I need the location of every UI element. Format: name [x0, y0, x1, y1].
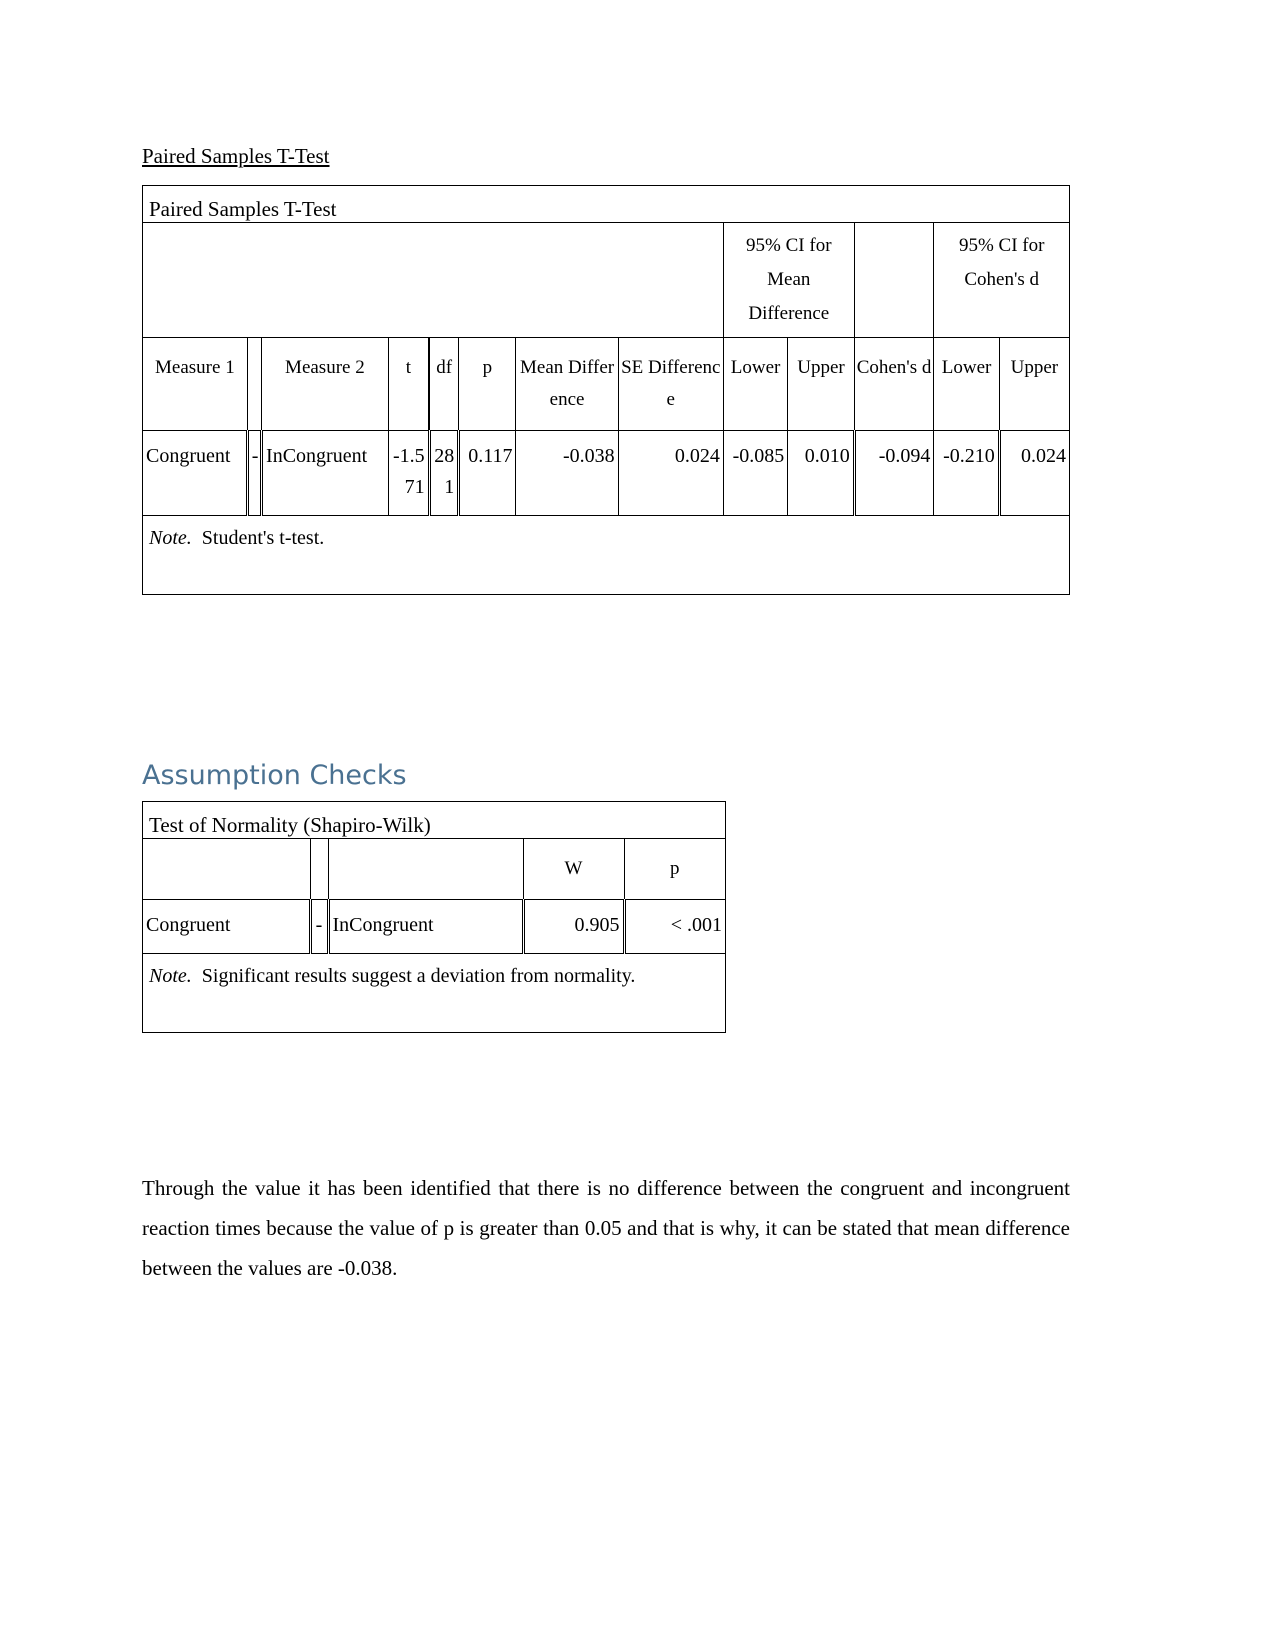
cell-separator: -	[245, 430, 262, 516]
col-measure-1	[143, 838, 310, 900]
paired-samples-ttest-table: Paired Samples T-Test 95% CI for Mean Di…	[142, 185, 1070, 595]
cell-ci-md-upper: 0.010	[787, 430, 855, 516]
table-title: Paired Samples T-Test	[143, 186, 1069, 223]
col-ci-cd-upper: Upper	[998, 337, 1069, 431]
col-ci-md-upper: Upper	[787, 337, 855, 431]
table-note: Note. Student's t-test.	[143, 516, 1069, 595]
note-text: Student's t-test.	[201, 527, 325, 549]
note-label: Note.	[149, 965, 192, 987]
cell-cohens-d: -0.094	[852, 430, 934, 516]
col-w: W	[522, 838, 624, 900]
cell-separator: -	[308, 899, 328, 954]
col-t: t	[387, 337, 430, 431]
cell-ci-cd-upper: 0.024	[997, 430, 1069, 516]
spanner-ci-cohens-d: 95% CI for Cohen's d	[933, 222, 1069, 338]
cell-p: < .001	[622, 899, 726, 954]
cell-p: 0.117	[457, 430, 516, 516]
col-p: p	[458, 337, 516, 431]
table-note: Note. Significant results suggest a devi…	[143, 954, 725, 1033]
spanner-empty	[143, 222, 724, 338]
table-note-row: Note. Significant results suggest a devi…	[143, 954, 725, 1033]
table-spanner-row: 95% CI for Mean Difference 95% CI for Co…	[143, 222, 1069, 338]
col-mean-difference: Mean Difference	[515, 337, 619, 431]
col-separator	[309, 838, 328, 900]
col-measure-1: Measure 1	[143, 337, 248, 431]
note-label: Note.	[149, 527, 192, 549]
table-title-row: Paired Samples T-Test	[143, 186, 1069, 223]
col-separator	[246, 337, 262, 431]
table-note-row: Note. Student's t-test.	[143, 516, 1069, 595]
col-se-difference: SE Difference	[617, 337, 724, 431]
cell-df: 281	[427, 430, 459, 516]
cell-mean-difference: -0.038	[515, 430, 619, 516]
table-header-row: Measure 1 Measure 2 t df p Mean Differen…	[143, 337, 1069, 431]
table-header-row: W p	[143, 838, 726, 900]
assumption-checks-heading: Assumption Checks	[142, 760, 407, 791]
col-df: df	[428, 337, 459, 431]
cell-measure-1: Congruent	[143, 430, 248, 516]
cell-measure-2: InCongruent	[260, 430, 389, 516]
cell-w: 0.905	[521, 899, 624, 954]
conclusion-paragraph: Through the value it has been identified…	[142, 1176, 1070, 1280]
col-ci-md-lower: Lower	[722, 337, 788, 431]
note-text: Significant results suggest a deviation …	[201, 965, 636, 987]
page-caption: Paired Samples T-Test	[142, 144, 330, 168]
table-title-row: Test of Normality (Shapiro-Wilk)	[143, 802, 726, 839]
col-p: p	[623, 838, 726, 900]
col-measure-2	[327, 838, 523, 900]
spanner-gap	[853, 222, 934, 338]
col-ci-cd-lower: Lower	[933, 337, 1000, 431]
cell-measure-2: InCongruent	[326, 899, 523, 954]
spanner-ci-mean-difference: 95% CI for Mean Difference	[722, 222, 855, 338]
cell-measure-1: Congruent	[143, 899, 310, 954]
cell-ci-md-lower: -0.085	[722, 430, 788, 516]
table-row: Congruent - InCongruent 0.905 < .001	[143, 899, 726, 954]
document-page: Paired Samples T-Test Paired Samples T-T…	[0, 0, 1275, 1650]
cell-t: -1.571	[387, 430, 430, 516]
col-measure-2: Measure 2	[261, 337, 389, 431]
table-title: Test of Normality (Shapiro-Wilk)	[143, 802, 726, 839]
col-cohens-d: Cohen's d	[853, 337, 934, 431]
table-row: Congruent - InCongruent -1.571 281 0.117…	[143, 430, 1069, 516]
cell-ci-cd-lower: -0.210	[933, 430, 1000, 516]
cell-se-difference: 0.024	[617, 430, 724, 516]
test-of-normality-table: Test of Normality (Shapiro-Wilk) W p Con…	[142, 801, 726, 1033]
